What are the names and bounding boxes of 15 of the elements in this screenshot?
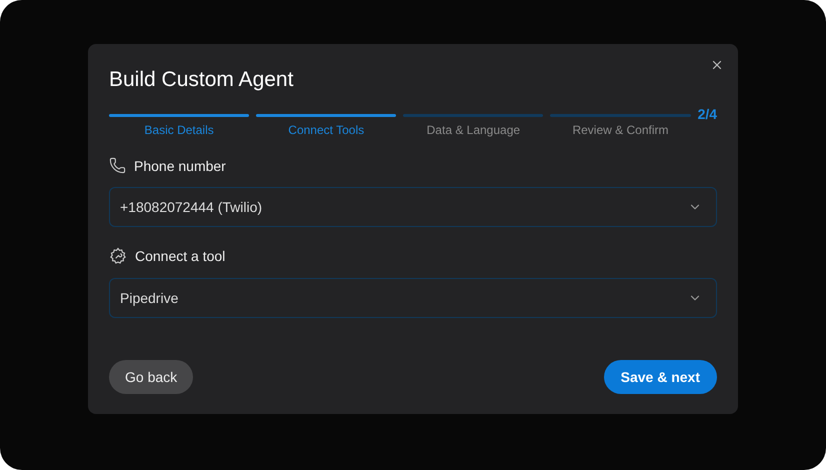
close-button[interactable] xyxy=(710,58,724,72)
dialog-title: Build Custom Agent xyxy=(109,68,294,92)
field-label: Connect a tool xyxy=(135,248,226,264)
step-label: Connect Tools xyxy=(288,123,364,137)
dropdown-field[interactable]: Pipedrive xyxy=(109,278,717,318)
phone-icon xyxy=(109,157,126,174)
close-icon xyxy=(710,58,724,72)
step-label: Data & Language xyxy=(426,123,520,137)
step-label: Review & Confirm xyxy=(572,123,668,137)
go-back-button[interactable]: Go back xyxy=(109,360,194,394)
step-label: Basic Details xyxy=(144,123,214,137)
dropdown-field[interactable]: +18082072444 (Twilio) xyxy=(109,187,717,227)
step-counter: 2/4 xyxy=(698,106,718,122)
field-label: Phone number xyxy=(134,158,226,174)
save-next-button[interactable]: Save & next xyxy=(604,360,717,394)
